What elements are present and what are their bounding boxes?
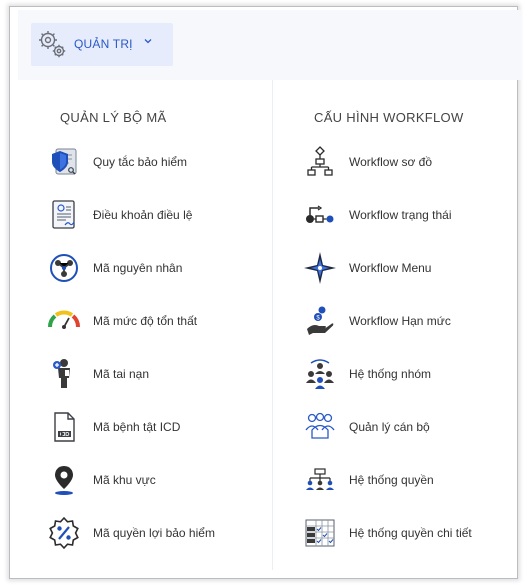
- permission-table-icon: [305, 519, 335, 547]
- menu-item-label: Workflow Menu: [349, 261, 432, 275]
- menu-item-terms-regulations[interactable]: Điều khoản điều lệ: [47, 198, 192, 232]
- permission-tree-icon: [306, 468, 334, 490]
- menu-item-icd-disease-codes[interactable]: Mã bệnh tật ICD: [47, 410, 180, 444]
- menu-item-label: Mã tai nạn: [93, 367, 150, 381]
- gauge-icon: [48, 310, 80, 329]
- menu-item-workflow-diagram[interactable]: Workflow sơ đồ: [303, 145, 432, 179]
- menu-item-label: Mã mức độ tổn thất: [93, 314, 198, 328]
- staff-icon: [305, 412, 335, 439]
- menu-item-detailed-permission-system[interactable]: Hệ thống quyền chi tiết: [303, 516, 472, 550]
- column-title-workflow-config: CẤU HÌNH WORKFLOW: [314, 110, 464, 125]
- menu-item-label: Điều khoản điều lệ: [93, 208, 193, 222]
- menu-item-label: Quy tắc bảo hiểm: [93, 155, 188, 169]
- contract-document-icon: [52, 200, 75, 229]
- menu-item-region-codes[interactable]: Mã khu vực: [47, 463, 156, 497]
- percent-badge-icon: [49, 516, 79, 550]
- menu-item-label: Hệ thống quyền chi tiết: [349, 526, 472, 540]
- menu-item-insurance-benefit-codes[interactable]: Mã quyền lợi bảo hiểm: [47, 516, 215, 550]
- menu-item-label: Mã bệnh tật ICD: [93, 420, 181, 434]
- column-title-code-management: QUẢN LÝ BỘ MÃ: [60, 110, 167, 125]
- gear-icon: [39, 31, 66, 58]
- icd-file-icon: [54, 412, 75, 442]
- compass-star-icon: [304, 252, 336, 284]
- admin-menu-button[interactable]: QUẢN TRỊ: [31, 23, 173, 66]
- cause-diagram-icon: [50, 254, 78, 282]
- chevron-down-icon: [144, 39, 152, 44]
- location-pin-icon: [55, 466, 73, 495]
- menu-item-label: Mã khu vực: [93, 473, 156, 487]
- menu-item-label: Quản lý cán bộ: [349, 420, 430, 434]
- menu-item-staff-management[interactable]: Quản lý cán bộ: [303, 410, 430, 444]
- menu-item-insurance-rules[interactable]: Quy tắc bảo hiểm: [47, 145, 187, 179]
- flowchart-icon: [307, 146, 333, 176]
- menu-item-label: Hệ thống quyền: [349, 473, 434, 487]
- menu-item-label: Mã nguyên nhân: [93, 261, 183, 275]
- menu-item-label: Mã quyền lợi bảo hiểm: [93, 526, 215, 540]
- menu-item-workflow-menu[interactable]: Workflow Menu: [303, 251, 431, 285]
- menu-item-workflow-limit[interactable]: $ Workflow Hạn mức: [303, 304, 451, 338]
- menu-item-accident-codes[interactable]: Mã tai nạn: [47, 357, 149, 391]
- admin-menu-label: QUẢN TRỊ: [74, 37, 133, 51]
- menu-item-label: Hệ thống nhóm: [349, 367, 432, 381]
- menu-item-label: Workflow Hạn mức: [349, 314, 451, 328]
- menu-item-label: Workflow trạng thái: [349, 208, 452, 222]
- menu-item-cause-codes[interactable]: Mã nguyên nhân: [47, 251, 182, 285]
- workflow-state-icon: [306, 205, 334, 223]
- shield-document-icon: [52, 148, 77, 175]
- menu-item-label: Workflow sơ đồ: [349, 155, 433, 169]
- injured-person-icon: [53, 359, 70, 388]
- menu-item-group-system[interactable]: Hệ thống nhóm: [303, 357, 431, 391]
- menu-item-loss-severity-codes[interactable]: Mã mức độ tổn thất: [47, 304, 197, 338]
- menu-item-workflow-status[interactable]: Workflow trạng thái: [303, 198, 452, 232]
- menu-item-permission-system[interactable]: Hệ thống quyền: [303, 463, 434, 497]
- group-icon: [306, 359, 334, 389]
- column-divider: [272, 80, 273, 570]
- money-hand-icon: $: [307, 306, 334, 335]
